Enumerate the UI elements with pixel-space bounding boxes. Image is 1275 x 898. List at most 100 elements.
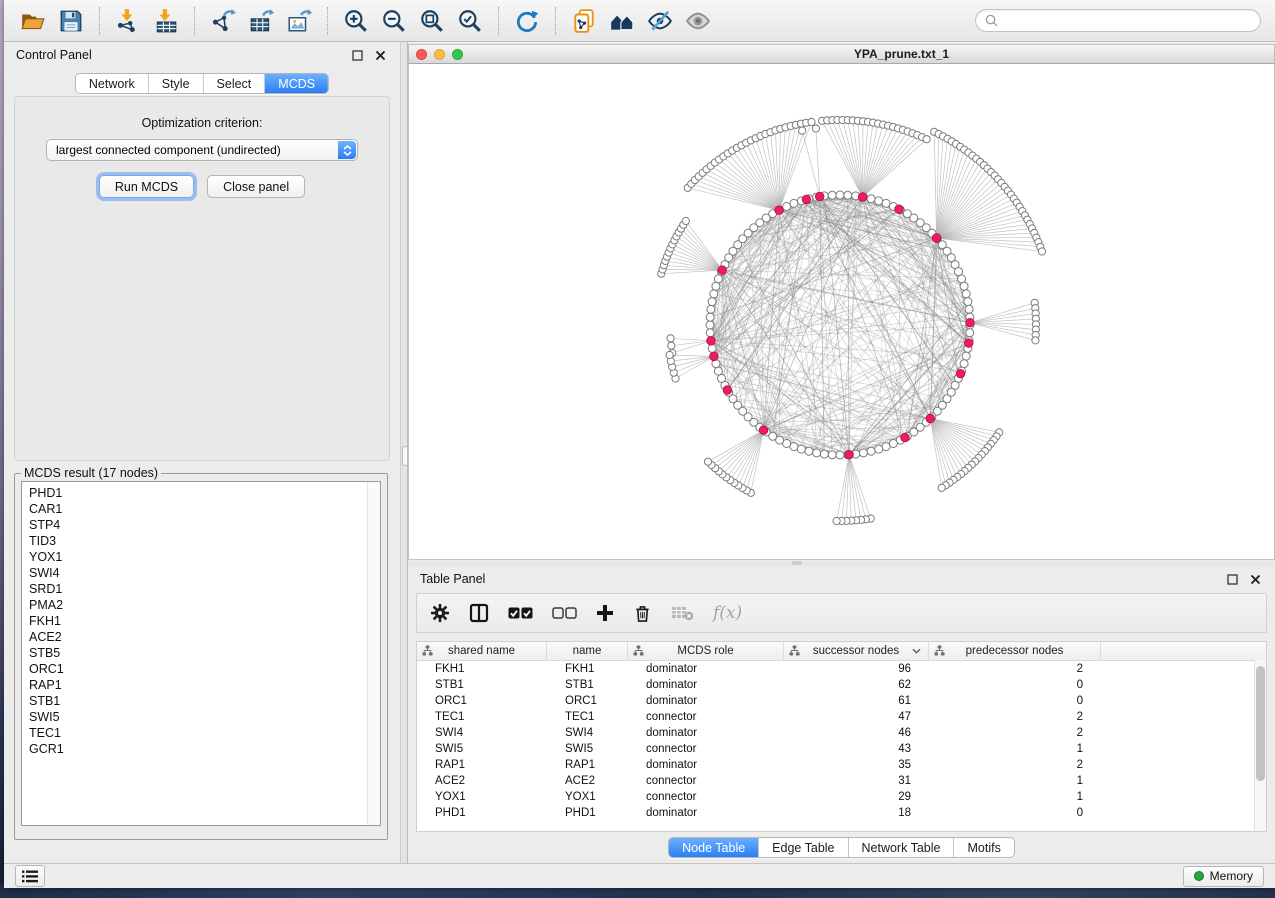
close-panel-icon[interactable] [1247,571,1263,587]
sort-chevron-icon [912,648,921,654]
first-neighbors-icon[interactable] [607,6,637,36]
criterion-select[interactable]: largest connected component (undirected) [46,139,358,161]
splitter-handle[interactable] [792,561,802,565]
show-panels-button[interactable] [15,865,45,887]
list-item[interactable]: FKH1 [29,613,366,629]
run-mcds-button[interactable]: Run MCDS [99,175,194,198]
delete-row-icon[interactable] [633,603,652,623]
hide-selected-icon[interactable] [645,6,675,36]
table-row[interactable]: FKH1FKH1dominator962 [417,661,1266,677]
tab-network[interactable]: Network [76,74,148,93]
column-header-successor-nodes[interactable]: successor nodes [784,642,929,660]
network-graph [409,64,1274,558]
table-row[interactable]: ACE2ACE2connector311 [417,773,1266,789]
status-bar: Memory [4,863,1275,888]
criterion-value: largest connected component (undirected) [56,143,281,157]
list-item[interactable]: ORC1 [29,661,366,677]
list-item[interactable]: PMA2 [29,597,366,613]
table-toolbar: f(x) [416,593,1267,633]
list-item[interactable]: RAP1 [29,677,366,693]
panel-title: Control Panel [16,48,342,62]
table-row[interactable]: ORC1ORC1dominator610 [417,693,1266,709]
tab-motifs[interactable]: Motifs [953,838,1013,857]
list-item[interactable]: STB1 [29,693,366,709]
import-table-button[interactable] [151,6,181,36]
search-box[interactable] [975,9,1261,32]
list-item[interactable]: TEC1 [29,725,366,741]
open-file-button[interactable] [18,6,48,36]
mcds-result-fieldset: MCDS result (17 nodes) PHD1CAR1STP4TID3Y… [14,466,388,840]
columns-icon[interactable] [469,603,489,623]
memory-label: Memory [1210,869,1253,883]
vertical-splitter[interactable] [400,42,408,863]
zoom-selected-button[interactable] [455,6,485,36]
export-image-button[interactable] [284,6,314,36]
mcds-result-title: MCDS result (17 nodes) [21,466,161,480]
save-session-button[interactable] [56,6,86,36]
list-item[interactable]: SWI5 [29,709,366,725]
table-row[interactable]: YOX1YOX1connector291 [417,789,1266,805]
table-row[interactable]: TEC1TEC1connector472 [417,709,1266,725]
float-window-icon[interactable] [349,47,365,63]
list-item[interactable]: STB5 [29,645,366,661]
list-scrollbar[interactable] [367,482,380,825]
tab-style[interactable]: Style [148,74,203,93]
import-network-button[interactable] [113,6,143,36]
tab-network-table[interactable]: Network Table [848,838,954,857]
toolbar-separator [555,7,556,35]
table-row[interactable]: SWI5SWI5connector431 [417,741,1266,757]
column-header-name[interactable]: name [547,642,628,660]
search-icon [985,14,998,27]
table-row[interactable]: RAP1RAP1dominator352 [417,757,1266,773]
show-all-icon[interactable] [683,6,713,36]
copy-network-view-button[interactable] [569,6,599,36]
mcds-result-list[interactable]: PHD1CAR1STP4TID3YOX1SWI4SRD1PMA2FKH1ACE2… [21,481,381,826]
zoom-in-button[interactable] [341,6,371,36]
float-window-icon[interactable] [1224,571,1240,587]
hierarchy-icon [789,645,800,656]
export-network-button[interactable] [208,6,238,36]
table-row[interactable]: PHD1PHD1dominator180 [417,805,1266,821]
export-table-button[interactable] [246,6,276,36]
list-item[interactable]: SWI4 [29,565,366,581]
tab-mcds[interactable]: MCDS [264,74,328,93]
zoom-out-button[interactable] [379,6,409,36]
add-row-icon[interactable] [596,604,614,622]
toolbar-separator [99,7,100,35]
list-item[interactable]: CAR1 [29,501,366,517]
list-item[interactable]: SRD1 [29,581,366,597]
close-panel-icon[interactable] [372,47,388,63]
memory-button[interactable]: Memory [1183,866,1264,887]
column-header-shared-name[interactable]: shared name [417,642,547,660]
column-header-predecessor-nodes[interactable]: predecessor nodes [929,642,1101,660]
list-item[interactable]: GCR1 [29,741,366,757]
tab-select[interactable]: Select [203,74,265,93]
node-table-header: shared namenameMCDS rolesuccessor nodesp… [417,642,1266,661]
control-panel: Control Panel NetworkStyleSelectMCDS Opt… [4,42,400,863]
list-item[interactable]: PHD1 [29,485,366,501]
network-window: YPA_prune.txt_1 [408,44,1275,561]
table-row[interactable]: STB1STB1dominator620 [417,677,1266,693]
select-all-icon[interactable] [508,606,533,620]
tab-edge-table[interactable]: Edge Table [758,838,847,857]
toolbar-separator [327,7,328,35]
column-header-MCDS-role[interactable]: MCDS role [628,642,784,660]
search-input[interactable] [1003,11,1260,31]
table-scrollbar[interactable] [1254,660,1266,831]
list-item[interactable]: YOX1 [29,549,366,565]
network-titlebar[interactable]: YPA_prune.txt_1 [408,44,1275,64]
table-row[interactable]: SWI4SWI4dominator462 [417,725,1266,741]
zoom-fit-button[interactable] [417,6,447,36]
refresh-button[interactable] [512,6,542,36]
tab-node-table[interactable]: Node Table [669,838,758,857]
scrollbar-thumb[interactable] [1256,666,1265,781]
network-view[interactable] [408,64,1275,560]
settings-gear-icon[interactable] [430,603,450,623]
list-item[interactable]: ACE2 [29,629,366,645]
delete-table-icon [671,605,694,621]
node-table[interactable]: shared namenameMCDS rolesuccessor nodesp… [416,641,1267,832]
close-panel-button[interactable]: Close panel [207,175,305,198]
deselect-all-icon[interactable] [552,606,577,620]
list-item[interactable]: STP4 [29,517,366,533]
list-item[interactable]: TID3 [29,533,366,549]
